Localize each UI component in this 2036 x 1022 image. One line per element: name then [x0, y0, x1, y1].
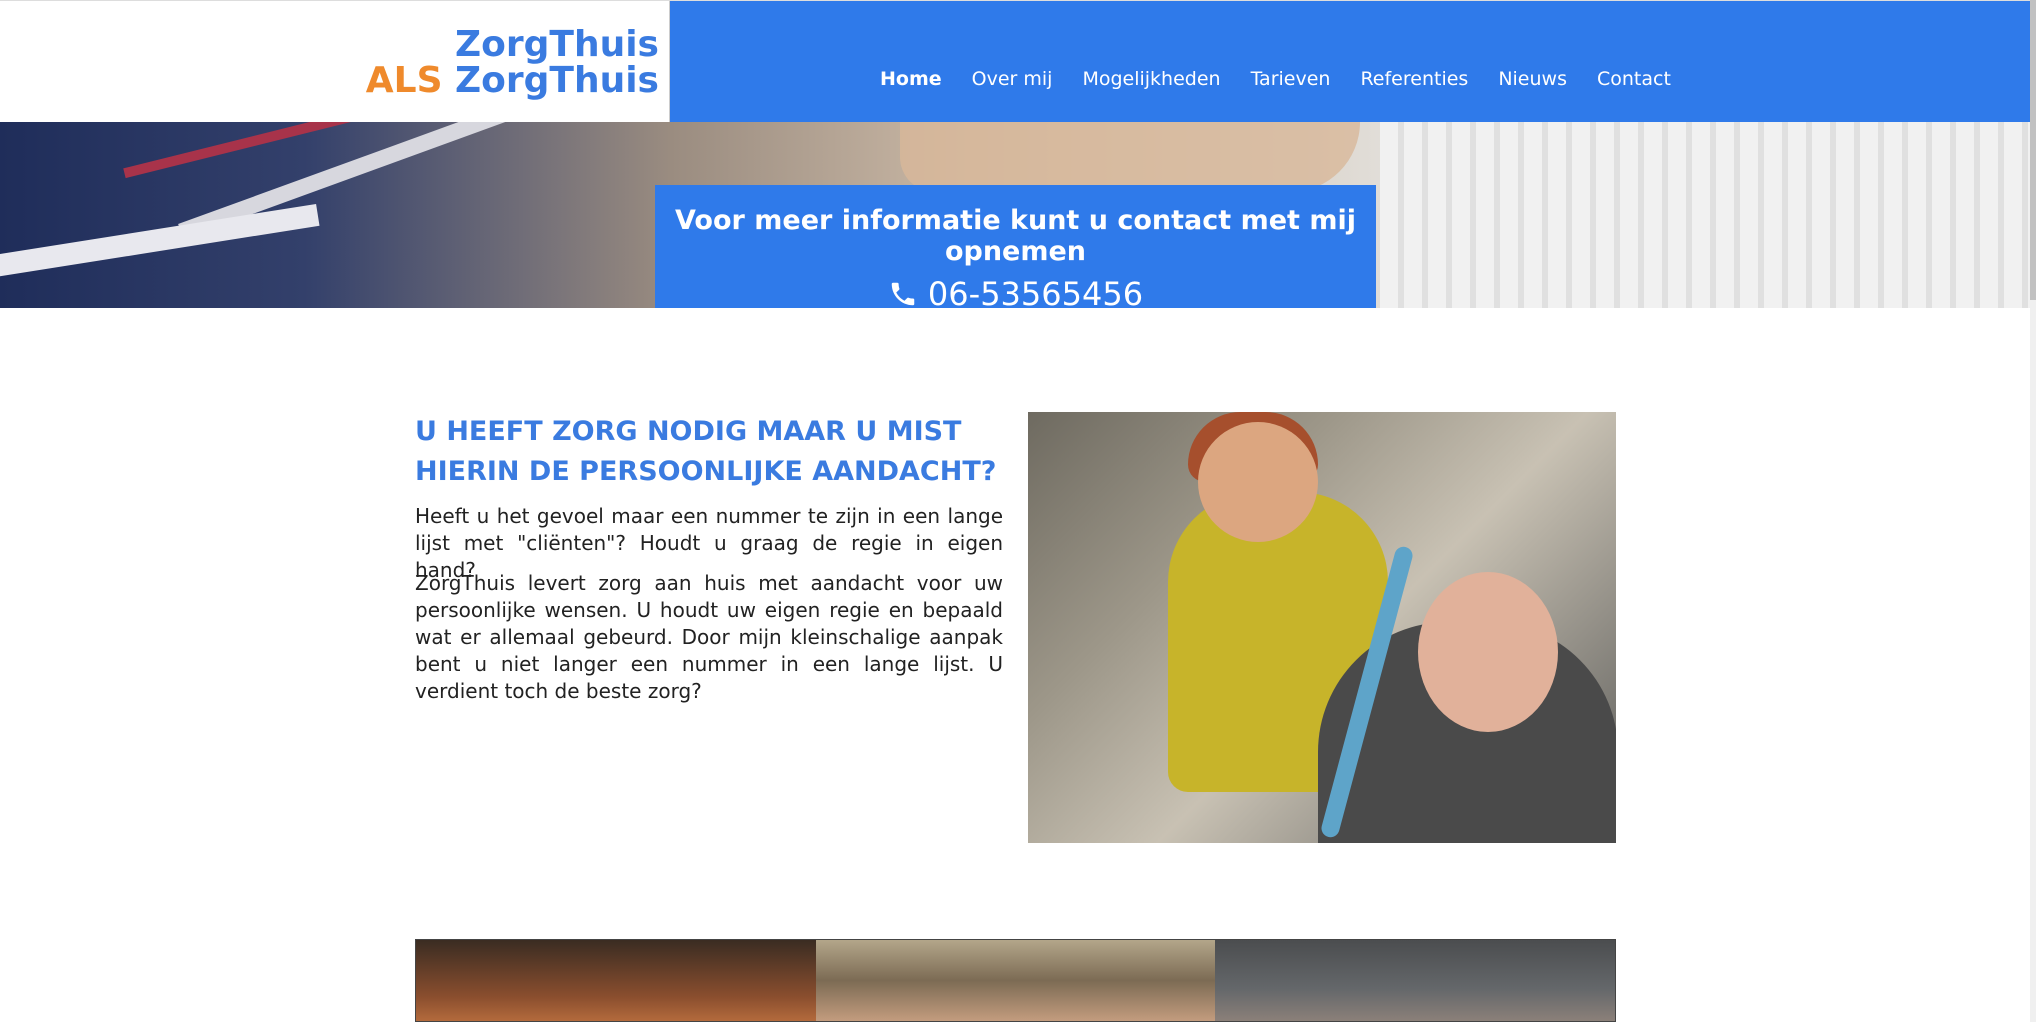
caregiver-photo — [1028, 412, 1616, 843]
gallery-photo-1[interactable] — [416, 940, 816, 1021]
nav-tarieven[interactable]: Tarieven — [1251, 68, 1331, 90]
contact-info-box: Voor meer informatie kunt u contact met … — [655, 185, 1376, 313]
phone-icon — [891, 282, 915, 306]
photo-gallery-strip — [415, 939, 1616, 1022]
logo-line-2: ALS ZorgThuis — [366, 63, 659, 99]
nav-home[interactable]: Home — [880, 68, 942, 90]
heading-line-2: HIERIN DE PERSOONLIJKE AANDACHT? — [415, 456, 997, 487]
intro-paragraph-2: ZorgThuis levert zorg aan huis met aanda… — [415, 571, 1003, 703]
logo-line-1: ZorgThuis — [455, 24, 659, 65]
nav-mogelijkheden[interactable]: Mogelijkheden — [1082, 68, 1220, 90]
page-scrollbar[interactable] — [2030, 0, 2036, 1022]
scrollbar-thumb[interactable] — [2030, 0, 2036, 300]
nav-contact[interactable]: Contact — [1597, 68, 1671, 90]
phone-number[interactable]: 06-53565456 — [928, 275, 1143, 313]
nav-referenties[interactable]: Referenties — [1360, 68, 1468, 90]
logo-prefix: ALS — [365, 60, 443, 101]
contact-info-text: Voor meer informatie kunt u contact met … — [675, 205, 1356, 267]
heading-line-1: U HEEFT ZORG NODIG MAAR U MIST — [415, 416, 962, 447]
site-header: ZorgThuis ALS ZorgThuis Home Over mij Mo… — [0, 0, 2036, 122]
nav-nieuws[interactable]: Nieuws — [1498, 68, 1567, 90]
gallery-photo-3[interactable] — [1215, 940, 1616, 1021]
section-heading: U HEEFT ZORG NODIG MAAR U MIST HIERIN DE… — [415, 412, 1015, 492]
logo-area: ZorgThuis ALS ZorgThuis — [0, 1, 670, 122]
logo-suffix: ZorgThuis — [455, 60, 659, 101]
gallery-photo-2[interactable] — [815, 940, 1216, 1021]
nav-over-mij[interactable]: Over mij — [972, 68, 1053, 90]
phone-number-row[interactable]: 06-53565456 — [655, 275, 1376, 313]
site-logo[interactable]: ZorgThuis ALS ZorgThuis — [366, 27, 659, 99]
main-navigation: Home Over mij Mogelijkheden Tarieven Ref… — [670, 1, 2036, 122]
